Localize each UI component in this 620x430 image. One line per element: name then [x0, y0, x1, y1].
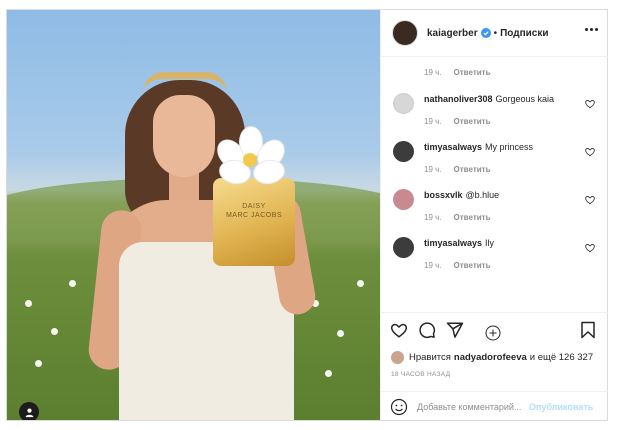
reply-link[interactable]: Ответить — [454, 165, 491, 174]
comment-meta: 19 ч. Ответить — [424, 261, 490, 270]
share-icon[interactable] — [446, 321, 464, 339]
heart-icon[interactable] — [585, 195, 595, 205]
comment-body: Ily — [485, 238, 495, 248]
comment-meta: 19 ч. Ответить — [424, 68, 490, 77]
heart-icon[interactable] — [585, 99, 595, 109]
heart-icon[interactable] — [585, 243, 595, 253]
cap-center — [243, 153, 257, 167]
post-actions: Нравится nadyadorofeeva и ещё 126 327 18… — [381, 312, 608, 421]
commenter-username[interactable]: bossxvlk — [424, 190, 463, 200]
comment-meta: 19 ч. Ответить — [424, 165, 490, 174]
comment-item: timyasalways My princess 19 ч. Ответить — [381, 138, 608, 184]
reply-link[interactable]: Ответить — [454, 117, 491, 126]
user-tag-icon[interactable] — [19, 402, 39, 420]
post-timestamp: 18 ЧАСОВ НАЗАД — [391, 371, 451, 378]
post-header: kaiagerber • Подписки — [381, 10, 608, 57]
field-flower — [35, 360, 42, 367]
comment-icon[interactable] — [418, 321, 436, 339]
reply-link[interactable]: Ответить — [454, 261, 491, 270]
post-side-panel: kaiagerber • Подписки 19 ч. Ответить nat… — [380, 10, 608, 420]
comment-item: timyasalways Ily 19 ч. Ответить — [381, 234, 608, 280]
emoji-icon[interactable] — [390, 398, 408, 416]
likes-prefix: Нравится — [409, 352, 451, 363]
commenter-avatar[interactable] — [393, 237, 414, 258]
author-avatar[interactable] — [392, 20, 418, 46]
likes-summary: Нравится nadyadorofeeva и ещё 126 327 — [391, 351, 593, 364]
header-separator: • — [493, 27, 498, 39]
more-icon[interactable] — [585, 28, 598, 31]
commenter-username[interactable]: timyasalways — [424, 142, 482, 152]
likes-count[interactable]: и ещё 126 327 — [530, 352, 593, 363]
bottle-label-line: DAISY — [242, 203, 266, 210]
comment-body: @b.hlue — [465, 190, 500, 200]
comment-body: Gorgeous kaia — [495, 94, 555, 104]
field-flower — [69, 280, 76, 287]
comment-item: bossxvlk @b.hlue 19 ч. Ответить — [381, 186, 608, 232]
comment-item: nathanoliver308 Gorgeous kaia 19 ч. Ответ… — [381, 90, 608, 136]
reply-link[interactable]: Ответить — [454, 213, 491, 222]
comment-time: 19 ч. — [424, 117, 442, 126]
reply-link[interactable]: Ответить — [454, 68, 491, 77]
following-button[interactable]: Подписки — [500, 28, 548, 39]
comment-meta: 19 ч. Ответить — [424, 213, 490, 222]
field-flower — [25, 300, 32, 307]
field-flower — [51, 328, 58, 335]
comment-time: 19 ч. — [424, 68, 442, 77]
liker-username[interactable]: nadyadorofeeva — [454, 352, 527, 363]
action-icons — [390, 321, 464, 339]
field-flower — [337, 330, 344, 337]
bookmark-icon[interactable] — [579, 321, 597, 339]
comment-body: My princess — [485, 142, 534, 152]
flower-crown — [143, 72, 227, 98]
comments-list: 19 ч. Ответить nathanoliver308 Gorgeous k… — [381, 57, 608, 341]
model-face — [153, 95, 215, 177]
add-comment-bar: Опубликовать — [381, 391, 608, 422]
comment-time: 19 ч. — [424, 165, 442, 174]
author-username[interactable]: kaiagerber — [427, 28, 478, 39]
comment-text: bossxvlk @b.hlue — [424, 190, 574, 200]
comment-text: timyasalways Ily — [424, 238, 574, 248]
commenter-avatar[interactable] — [393, 189, 414, 210]
perfume-bottle: DAISY MARC JACOBS — [213, 178, 295, 266]
heart-icon[interactable] — [585, 147, 595, 157]
model-dress — [119, 242, 294, 420]
comment-time: 19 ч. — [424, 261, 442, 270]
publish-button[interactable]: Опубликовать — [529, 402, 593, 412]
bottle-label-line: MARC JACOBS — [225, 212, 283, 219]
liker-avatar[interactable] — [391, 351, 404, 364]
field-flower — [357, 280, 364, 287]
comment-time: 19 ч. — [424, 213, 442, 222]
comment-input[interactable] — [417, 402, 527, 412]
comment-text: nathanoliver308 Gorgeous kaia — [424, 94, 574, 104]
verified-icon — [480, 28, 491, 38]
commenter-username[interactable]: timyasalways — [424, 238, 482, 248]
field-flower — [325, 370, 332, 377]
comment-meta: 19 ч. Ответить — [424, 117, 490, 126]
commenter-avatar[interactable] — [393, 141, 414, 162]
post-photo[interactable]: DAISY MARC JACOBS — [7, 10, 380, 420]
bottle-label: DAISY MARC JACOBS — [219, 202, 289, 220]
heart-icon[interactable] — [390, 321, 408, 339]
commenter-username[interactable]: nathanoliver308 — [424, 94, 493, 104]
commenter-avatar[interactable] — [393, 93, 414, 114]
instagram-post: DAISY MARC JACOBS kaiagerber • Подписки — [6, 9, 608, 421]
comment-text: timyasalways My princess — [424, 142, 574, 152]
